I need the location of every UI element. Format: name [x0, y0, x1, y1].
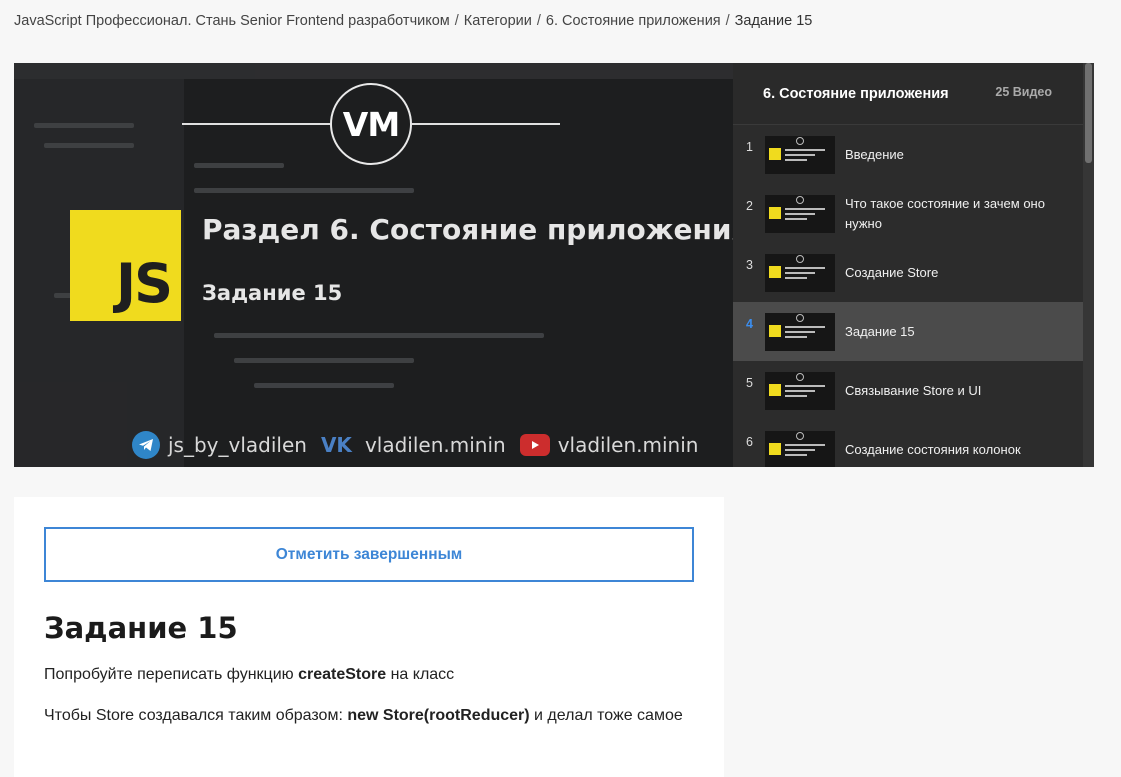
lesson-paragraph: Чтобы Store создавался таким образом: ne…	[44, 707, 683, 724]
playlist-item[interactable]: 1 Введение	[733, 125, 1083, 184]
lesson-content: Отметить завершенным Задание 15 Попробуй…	[14, 497, 724, 777]
breadcrumb-course-link[interactable]: JavaScript Профессионал. Стань Senior Fr…	[14, 13, 450, 29]
playlist-header: 6. Состояние приложения 25 Видео	[733, 63, 1083, 125]
vk-icon: VK	[320, 433, 352, 457]
video-cover-title: Раздел 6. Состояние приложения	[202, 213, 733, 246]
breadcrumb-current: Задание 15	[734, 13, 813, 29]
playlist-item-thumbnail	[765, 136, 835, 174]
playlist-item-thumbnail	[765, 372, 835, 410]
playlist-item-number: 1	[746, 140, 753, 154]
video-player[interactable]: VM JS Раздел 6. Состояние приложения Зад…	[14, 63, 733, 467]
telegram-handle: js_by_vladilen	[168, 433, 307, 457]
breadcrumb-separator: /	[725, 13, 730, 29]
youtube-link: vladilen.minin	[519, 433, 699, 457]
breadcrumb-separator: /	[454, 13, 459, 29]
playlist-sidebar: 6. Состояние приложения 25 Видео 1 Введен…	[733, 63, 1094, 467]
lesson-title: Задание 15	[44, 611, 238, 645]
vm-logo: VM	[330, 83, 412, 165]
playlist-item-thumbnail	[765, 195, 835, 233]
js-logo-icon: JS	[70, 210, 181, 321]
playlist-scrollbar-thumb[interactable]	[1085, 63, 1092, 163]
breadcrumb-section-link[interactable]: 6. Состояние приложения	[546, 13, 721, 29]
video-cover-subtitle: Задание 15	[202, 281, 343, 305]
playlist-item[interactable]: 4 Задание 15	[733, 302, 1083, 361]
breadcrumb-categories-link[interactable]: Категории	[464, 13, 532, 29]
vk-handle: vladilen.minin	[364, 433, 506, 457]
playlist-item-label: Что такое состояние и зачем оно нужно	[845, 195, 1045, 231]
lesson-paragraph: Попробуйте переписать функцию createStor…	[44, 666, 455, 683]
mark-complete-button[interactable]: Отметить завершенным	[44, 527, 694, 582]
playlist-item-number: 5	[746, 376, 753, 390]
playlist-item-thumbnail	[765, 254, 835, 292]
telegram-link: js_by_vladilen	[132, 431, 307, 459]
playlist-item-label: Задание 15	[845, 323, 915, 339]
playlist-list: 1 Введение 2 Что такое состояние и зачем он…	[733, 125, 1083, 467]
vk-link: VK vladilen.minin	[321, 433, 506, 457]
playlist-scrollbar[interactable]	[1083, 63, 1094, 467]
playlist-item[interactable]: 5 Связывание Store и UI	[733, 361, 1083, 420]
playlist-item[interactable]: 2 Что такое состояние и зачем оно нужно	[733, 184, 1083, 243]
playlist-item-label: Создание Store	[845, 264, 939, 280]
youtube-icon	[519, 434, 550, 456]
playlist-item-thumbnail	[765, 431, 835, 467]
telegram-icon	[132, 431, 160, 459]
playlist-item[interactable]: 3 Создание Store	[733, 243, 1083, 302]
playlist-item-number: 4	[746, 317, 753, 331]
playlist-item-thumbnail	[765, 313, 835, 351]
playlist-item-number: 2	[746, 199, 753, 213]
breadcrumb-separator: /	[536, 13, 541, 29]
playlist-item[interactable]: 6 Создание состояния колонок	[733, 420, 1083, 467]
playlist-item-label: Связывание Store и UI	[845, 382, 982, 398]
breadcrumb: JavaScript Профессионал. Стань Senior Fr…	[14, 13, 812, 29]
playlist-count: 25 Видео	[995, 85, 1052, 99]
playlist-item-label: Введение	[845, 146, 904, 162]
playlist-item-number: 3	[746, 258, 753, 272]
playlist-title: 6. Состояние приложения	[763, 86, 949, 102]
social-links: js_by_vladilen VK vladilen.minin vladile…	[132, 431, 702, 459]
playlist-item-number: 6	[746, 435, 753, 449]
playlist-item-label: Создание состояния колонок	[845, 441, 1021, 457]
youtube-handle: vladilen.minin	[557, 433, 699, 457]
video-block: VM JS Раздел 6. Состояние приложения Зад…	[14, 63, 1094, 467]
